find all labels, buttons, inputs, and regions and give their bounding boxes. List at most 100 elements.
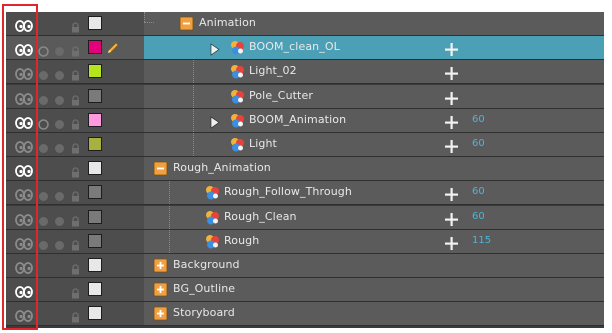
lock-toggle-icon[interactable] — [70, 187, 81, 202]
enable-eye-icon[interactable] — [15, 138, 33, 153]
layer-name[interactable]: Rough — [224, 234, 259, 247]
layer-row[interactable]: Light 60 — [6, 133, 604, 157]
expand-triangle-icon[interactable] — [210, 41, 220, 56]
lock-toggle-icon[interactable] — [70, 284, 81, 299]
lock-toggle-icon[interactable] — [70, 260, 81, 275]
lock-toggle-icon[interactable] — [70, 236, 81, 251]
lock-toggle-icon[interactable] — [70, 91, 81, 106]
layer-name-cell[interactable] — [144, 133, 604, 156]
layer-row[interactable]: Background — [6, 254, 604, 278]
lock-icon[interactable] — [54, 236, 65, 250]
layer-color-swatch[interactable] — [88, 137, 102, 151]
add-plus-icon[interactable] — [445, 41, 458, 57]
layer-color-swatch[interactable] — [88, 64, 102, 79]
lock-toggle-icon[interactable] — [70, 66, 81, 81]
add-plus-icon[interactable] — [445, 186, 458, 202]
expand-triangle-icon[interactable] — [210, 114, 220, 129]
lock-toggle-icon[interactable] — [70, 212, 81, 227]
enable-eye-icon[interactable] — [15, 114, 33, 129]
lock-toggle-icon[interactable] — [70, 115, 81, 130]
enable-eye-icon[interactable] — [15, 41, 33, 57]
layer-row[interactable]: Animation — [6, 12, 604, 36]
layer-color-swatch[interactable] — [88, 209, 102, 224]
lock-icon[interactable] — [54, 42, 65, 57]
group-closed-icon[interactable] — [153, 306, 168, 321]
layer-color-swatch[interactable] — [88, 258, 102, 272]
layer-name[interactable]: Rough_Animation — [173, 161, 271, 174]
layer-color-swatch[interactable] — [88, 40, 102, 55]
solo-icon[interactable] — [38, 139, 49, 153]
solo-icon[interactable] — [38, 187, 49, 202]
layer-value: 60 — [472, 138, 485, 149]
lock-icon[interactable] — [54, 66, 65, 81]
layer-name[interactable]: BOOM_Animation — [249, 113, 346, 126]
layer-name[interactable]: BG_Outline — [173, 282, 235, 295]
enable-eye-icon[interactable] — [15, 17, 33, 32]
lock-icon[interactable] — [54, 212, 65, 226]
enable-eye-icon[interactable] — [15, 211, 33, 226]
layer-name[interactable]: Light — [249, 137, 277, 150]
group-closed-icon[interactable] — [153, 282, 168, 297]
layer-name-cell[interactable] — [144, 84, 604, 108]
layer-row[interactable]: Rough_Follow_Through 60 — [6, 181, 604, 206]
lock-toggle-icon[interactable] — [70, 42, 81, 57]
solo-icon[interactable] — [38, 236, 49, 250]
solo-icon[interactable] — [38, 115, 49, 130]
layer-row[interactable]: BOOM_Animation 60 — [6, 108, 604, 133]
solo-icon[interactable] — [38, 42, 49, 57]
layer-name-cell[interactable] — [144, 60, 604, 84]
lock-toggle-icon[interactable] — [70, 163, 81, 178]
lock-toggle-icon[interactable] — [70, 139, 81, 154]
layer-color-swatch[interactable] — [88, 161, 102, 176]
enable-eye-icon[interactable] — [15, 65, 33, 81]
layer-row[interactable]: BG_Outline — [6, 278, 604, 303]
lock-icon[interactable] — [54, 91, 65, 105]
layer-color-swatch[interactable] — [88, 282, 102, 297]
layer-name[interactable]: Rough_Follow_Through — [224, 185, 352, 198]
enable-eye-icon[interactable] — [15, 283, 33, 299]
add-plus-icon[interactable] — [445, 114, 458, 129]
enable-eye-icon[interactable] — [15, 259, 33, 274]
group-open-icon[interactable] — [179, 16, 194, 31]
enable-eye-icon[interactable] — [15, 90, 33, 105]
layer-color-swatch[interactable] — [88, 306, 102, 321]
enable-eye-icon[interactable] — [15, 235, 33, 250]
layer-color-swatch[interactable] — [88, 233, 102, 248]
layer-row[interactable]: Rough 115 — [6, 229, 604, 254]
solo-icon[interactable] — [38, 212, 49, 226]
layer-row[interactable]: Storyboard — [6, 302, 604, 327]
group-open-icon[interactable] — [153, 161, 168, 176]
layer-row[interactable]: Pole_Cutter — [6, 84, 604, 109]
add-plus-icon[interactable] — [445, 65, 458, 81]
layer-name[interactable]: Light_02 — [249, 64, 297, 77]
layer-name[interactable]: Pole_Cutter — [249, 89, 313, 102]
lock-icon[interactable] — [54, 115, 65, 129]
solo-icon[interactable] — [38, 91, 49, 105]
add-plus-icon[interactable] — [445, 211, 458, 226]
add-plus-icon[interactable] — [445, 90, 458, 105]
enable-eye-icon[interactable] — [15, 186, 33, 202]
layer-name[interactable]: BOOM_clean_OL — [249, 40, 340, 53]
group-closed-icon[interactable] — [153, 258, 168, 273]
solo-icon[interactable] — [38, 66, 49, 81]
lock-icon[interactable] — [54, 139, 65, 153]
layer-row[interactable]: Rough_Clean 60 — [6, 205, 604, 230]
enable-eye-icon[interactable] — [15, 307, 33, 323]
layer-row[interactable]: Light_02 — [6, 60, 604, 85]
layer-row[interactable]: Rough_Animation — [6, 157, 604, 182]
layer-name[interactable]: Animation — [199, 16, 256, 29]
lock-toggle-icon[interactable] — [70, 18, 81, 33]
lock-icon[interactable] — [54, 187, 65, 202]
layer-color-swatch[interactable] — [88, 88, 102, 103]
layer-name[interactable]: Background — [173, 258, 240, 271]
enable-eye-icon[interactable] — [15, 162, 33, 178]
layer-name[interactable]: Storyboard — [173, 306, 235, 319]
layer-color-swatch[interactable] — [88, 112, 102, 127]
layer-color-swatch[interactable] — [88, 185, 102, 200]
layer-name[interactable]: Rough_Clean — [224, 210, 297, 223]
add-plus-icon[interactable] — [445, 138, 458, 153]
add-plus-icon[interactable] — [445, 235, 458, 250]
layer-color-swatch[interactable] — [88, 16, 102, 30]
layer-row[interactable]: BOOM_clean_OL — [6, 36, 604, 61]
lock-toggle-icon[interactable] — [70, 308, 81, 323]
